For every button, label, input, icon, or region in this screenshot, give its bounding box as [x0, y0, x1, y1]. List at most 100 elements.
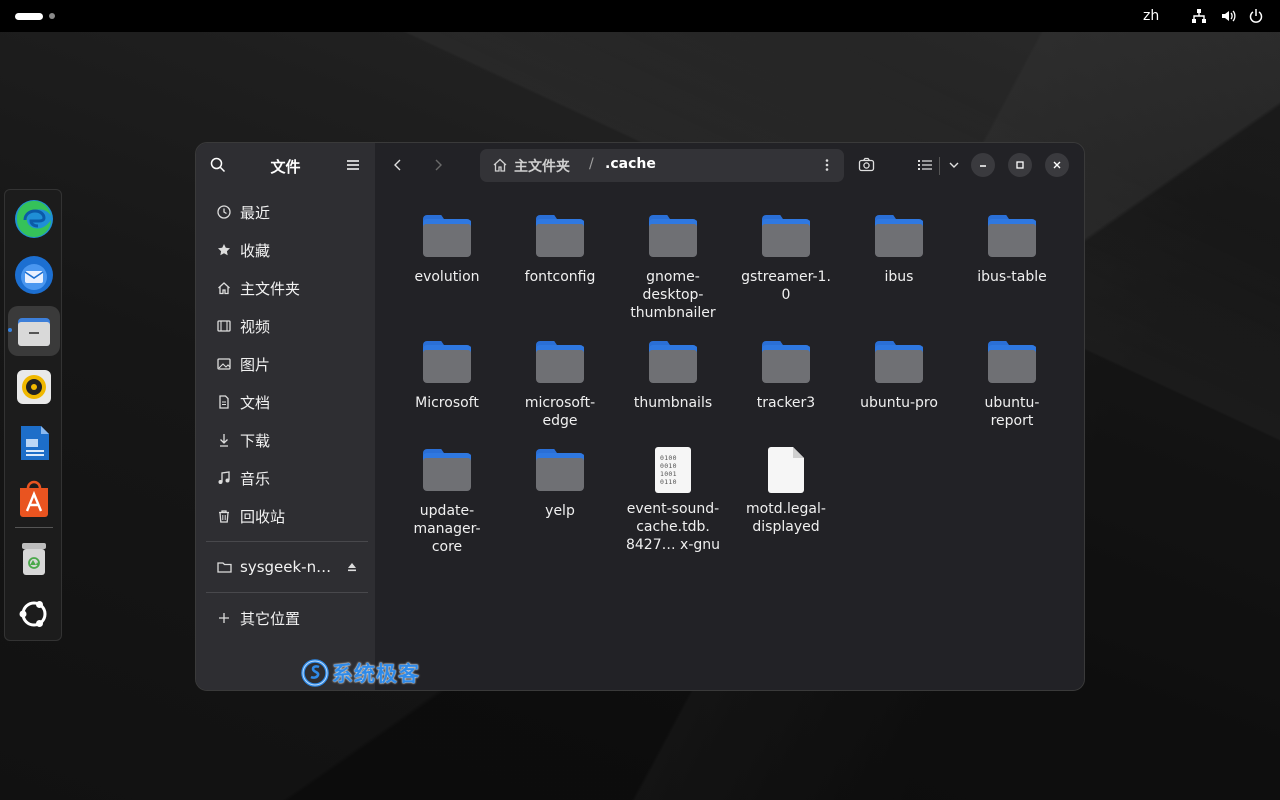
search-button[interactable]	[853, 151, 881, 179]
running-indicator	[8, 328, 12, 332]
folder-item[interactable]: evolution	[391, 215, 503, 286]
folder-icon	[762, 215, 810, 257]
view-options-button[interactable]	[940, 151, 968, 179]
vertical-dots-icon[interactable]	[820, 158, 834, 172]
item-label: thumbnails	[633, 395, 713, 411]
sidebar-item-drive[interactable]: sysgeek-n…	[206, 550, 368, 584]
forward-button[interactable]	[424, 151, 452, 179]
sidebar-item-starred[interactable]: 收藏	[206, 233, 368, 267]
folder-icon	[988, 215, 1036, 257]
sidebar-item-label: sysgeek-n…	[240, 558, 332, 576]
music-icon	[216, 470, 232, 486]
star-icon	[216, 242, 232, 258]
item-label-line: thumbnailer	[630, 305, 716, 321]
file-item[interactable]: 0100 0010 1001 0110 event-sound- cache.t…	[617, 447, 729, 554]
main-pane: 主文件夹 / .cache evolution fontconfig gnome…	[375, 143, 1084, 690]
workspace-indicator-active[interactable]	[15, 13, 43, 20]
writer-icon[interactable]	[13, 422, 55, 464]
item-label: Microsoft	[415, 395, 479, 411]
sidebar-item-pictures[interactable]: 图片	[206, 347, 368, 381]
item-label-line: desktop-	[642, 287, 704, 303]
edge-icon[interactable]	[13, 198, 55, 240]
maximize-icon	[1016, 161, 1024, 169]
folder-item[interactable]: Microsoft	[391, 341, 503, 412]
thunderbird-icon[interactable]	[13, 254, 55, 296]
path-bar[interactable]: 主文件夹 / .cache	[480, 149, 844, 182]
image-icon	[216, 356, 232, 372]
item-label-line: gstreamer-1.	[741, 269, 831, 285]
sidebar-item-label: 下载	[240, 431, 271, 450]
text-file-icon	[768, 447, 804, 493]
folder-item[interactable]: tracker3	[730, 341, 842, 412]
minimize-button[interactable]	[971, 153, 995, 177]
folder-item[interactable]: thumbnails	[617, 341, 729, 412]
download-icon	[216, 432, 232, 448]
volume-icon[interactable]	[1220, 8, 1236, 24]
item-label-line: manager-	[413, 521, 481, 537]
close-icon	[1053, 161, 1061, 169]
file-item[interactable]: motd.legal- displayed	[730, 447, 842, 536]
trash-icon[interactable]	[13, 537, 55, 579]
item-label-line: 8427… x-gnu	[625, 537, 721, 553]
folder-item[interactable]: yelp	[504, 449, 616, 520]
path-segment-current[interactable]: .cache	[605, 156, 656, 172]
item-label-line: edge	[542, 413, 578, 429]
sidebar-item-trash[interactable]: 回收站	[206, 499, 368, 533]
sidebar-item-videos[interactable]: 视频	[206, 309, 368, 343]
item-label: update- manager- core	[391, 502, 503, 556]
list-view-icon	[918, 160, 932, 170]
folder-item[interactable]: microsoft- edge	[504, 341, 616, 430]
folder-item[interactable]: fontconfig	[504, 215, 616, 286]
item-label-line: motd.legal-	[746, 501, 826, 517]
binary-glyph-row: 0110	[660, 478, 677, 486]
binary-glyph-row: 1001	[660, 470, 677, 478]
path-separator: /	[589, 156, 594, 172]
trash-icon	[216, 508, 232, 524]
sidebar: 文件 最近 收藏 主文件夹 视频 图片 文档 下载 音乐 回收站 sysgeek…	[196, 143, 375, 690]
maximize-button[interactable]	[1008, 153, 1032, 177]
item-label: ubuntu- report	[956, 394, 1068, 430]
dock-separator	[15, 527, 53, 528]
app-center-icon[interactable]	[13, 478, 55, 520]
folder-item[interactable]: ubuntu-pro	[843, 341, 955, 412]
network-icon[interactable]	[1191, 8, 1207, 24]
sidebar-item-other-locations[interactable]: 其它位置	[206, 601, 368, 635]
video-icon	[216, 318, 232, 334]
ubuntu-icon[interactable]	[13, 593, 55, 635]
sidebar-item-label: 最近	[240, 203, 271, 222]
item-label-line: gnome-	[646, 269, 700, 285]
folder-icon	[762, 341, 810, 383]
folder-icon	[875, 215, 923, 257]
item-label-line: cache.tdb.	[636, 519, 710, 535]
clock-icon	[216, 204, 232, 220]
path-segment-home[interactable]: 主文件夹	[514, 156, 570, 176]
folder-item[interactable]: update- manager- core	[391, 449, 503, 556]
item-label: ibus-table	[977, 269, 1047, 285]
sidebar-item-recent[interactable]: 最近	[206, 195, 368, 229]
folder-item[interactable]: gstreamer-1. 0	[730, 215, 842, 304]
folder-item[interactable]: ibus	[843, 215, 955, 286]
power-icon[interactable]	[1248, 8, 1264, 24]
eject-icon[interactable]	[346, 561, 358, 573]
input-language-indicator[interactable]: zh	[1143, 8, 1159, 24]
view-list-button[interactable]	[911, 151, 939, 179]
folder-item[interactable]: gnome- desktop- thumbnailer	[617, 215, 729, 322]
sidebar-item-home[interactable]: 主文件夹	[206, 271, 368, 305]
hamburger-menu-icon[interactable]	[346, 158, 360, 172]
workspace-indicator[interactable]	[49, 13, 55, 19]
sidebar-item-music[interactable]: 音乐	[206, 461, 368, 495]
close-button[interactable]	[1045, 153, 1069, 177]
rhythmbox-icon[interactable]	[13, 366, 55, 408]
back-button[interactable]	[384, 151, 412, 179]
folder-item[interactable]: ibus-table	[956, 215, 1068, 286]
files-icon[interactable]	[13, 310, 55, 352]
folder-icon	[649, 341, 697, 383]
folder-item[interactable]: ubuntu- report	[956, 341, 1068, 430]
sidebar-item-documents[interactable]: 文档	[206, 385, 368, 419]
folder-icon	[423, 449, 471, 491]
sidebar-item-downloads[interactable]: 下载	[206, 423, 368, 457]
home-icon	[216, 280, 232, 296]
item-label: ubuntu-pro	[860, 395, 938, 411]
watermark-text: 系统极客	[332, 662, 420, 686]
binary-glyph-row: 0010	[660, 462, 677, 470]
